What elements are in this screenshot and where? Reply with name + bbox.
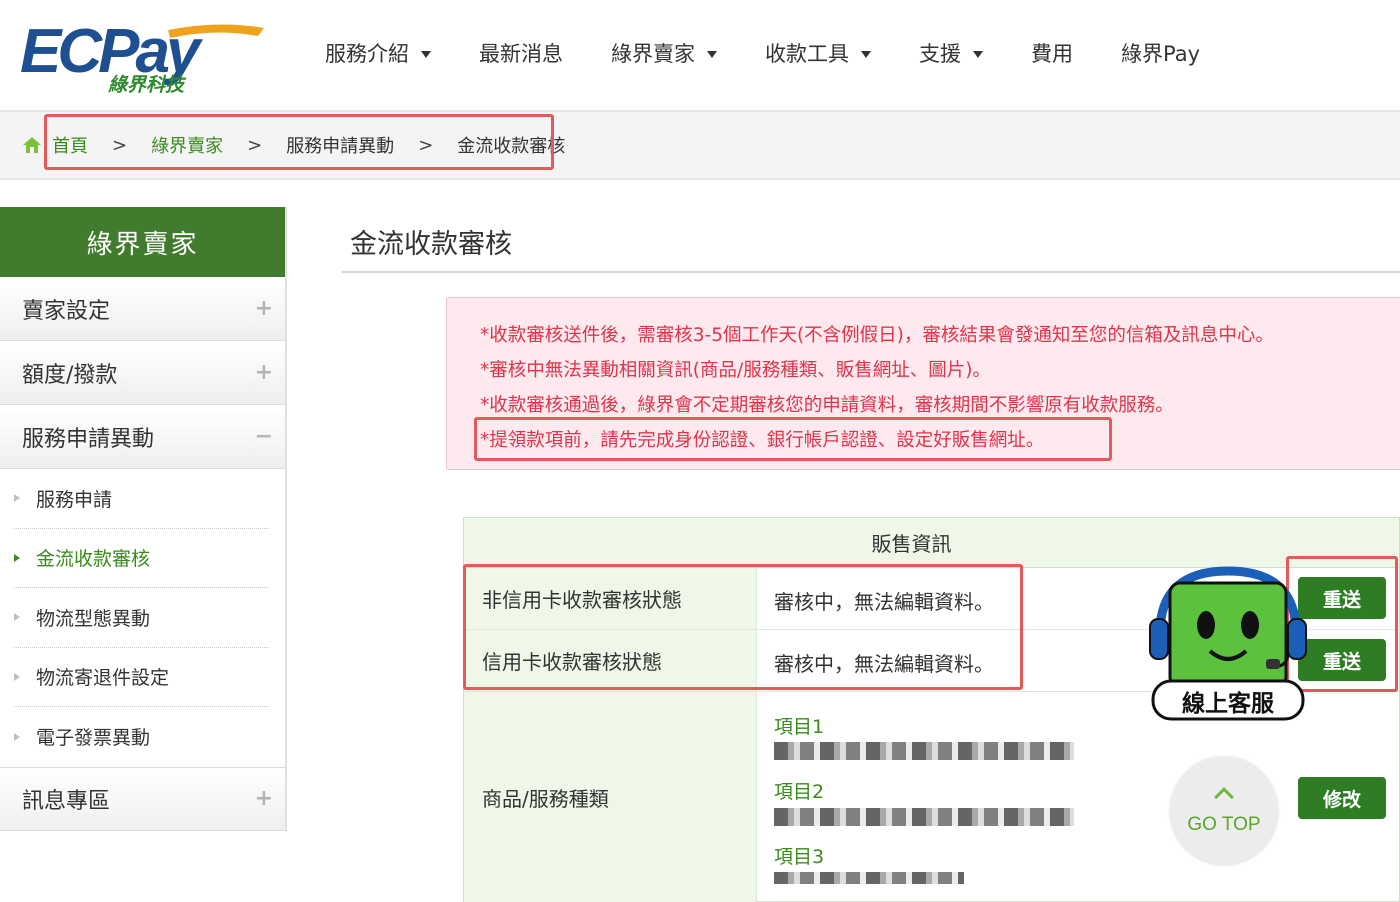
sidebar-section-label: 額度/撥款: [22, 362, 118, 388]
title-divider: [341, 271, 1400, 273]
sidebar-item-label: 金流收款審核: [36, 548, 151, 571]
sidebar-section-messages[interactable]: 訊息專區 +: [0, 766, 285, 831]
redacted-text: [774, 808, 1074, 826]
breadcrumb-service-change[interactable]: 服務申請異動: [286, 132, 394, 158]
expand-icon: +: [254, 786, 273, 811]
main-nav: 服務介紹 最新消息 綠界賣家 收款工具 支援 費用 綠界Pay: [325, 38, 1248, 68]
nav-label: 支援: [919, 42, 961, 66]
sidebar-item-service-apply[interactable]: 服務申請: [14, 469, 269, 529]
nav-service-intro[interactable]: 服務介紹: [325, 38, 431, 68]
nav-ecpay-seller[interactable]: 綠界賣家: [611, 38, 717, 68]
site-header: ECPay 綠界科技 服務介紹 最新消息 綠界賣家 收款工具 支援 費用 綠界P…: [0, 0, 1400, 112]
triangle-right-icon: [14, 553, 20, 562]
sidebar-title: 綠界賣家: [0, 207, 285, 277]
nav-label: 綠界賣家: [611, 42, 695, 66]
logo-graphic: ECPay 綠界科技: [20, 17, 264, 96]
sidebar-section-service-change[interactable]: 服務申請異動 −: [0, 405, 285, 469]
nav-ecpay-pay[interactable]: 綠界Pay: [1121, 38, 1200, 68]
collapse-icon: −: [254, 424, 273, 449]
chevron-down-icon: [973, 50, 983, 58]
sidebar-item-logistics-return[interactable]: 物流寄退件設定: [14, 648, 269, 707]
breadcrumb-separator: >: [247, 134, 263, 156]
triangle-right-icon: [14, 732, 20, 741]
sidebar-item-logistics-type[interactable]: 物流型態異動: [14, 588, 269, 648]
ecpay-logo[interactable]: ECPay 綠界科技: [18, 14, 268, 96]
notice-line: *審核中無法異動相關資訊(商品/服務種類、販售網址、圖片)。: [480, 360, 991, 381]
go-top-label: GO TOP: [1187, 814, 1261, 835]
notice-line: *收款審核送件後，需審核3-5個工作天(不含例假日)，審核結果會發通知至您的信箱…: [480, 325, 1274, 346]
resend-button-credit[interactable]: 重送: [1298, 639, 1386, 681]
nav-payment-tools[interactable]: 收款工具: [765, 38, 871, 68]
resend-button-non-credit[interactable]: 重送: [1298, 577, 1386, 619]
chevron-up-icon: [1214, 787, 1234, 807]
expand-icon: +: [254, 296, 273, 321]
triangle-right-icon: [14, 672, 20, 681]
table-header: 販售資訊: [464, 518, 1399, 568]
sidebar-section-label: 服務申請異動: [22, 426, 155, 452]
nav-label: 服務介紹: [325, 42, 409, 66]
edit-button-products[interactable]: 修改: [1298, 777, 1386, 819]
product-item-label: 項目3: [774, 846, 825, 868]
nav-label: 綠界Pay: [1121, 42, 1201, 66]
breadcrumb-separator: >: [418, 134, 434, 156]
sidebar-item-einvoice[interactable]: 電子發票異動: [14, 707, 269, 767]
notice-line: *提領款項前，請先完成身份認證、銀行帳戶認證、設定好販售網址。: [480, 430, 1045, 451]
breadcrumb-current: 金流收款審核: [457, 136, 566, 157]
row-label: 信用卡收款審核狀態: [464, 630, 757, 691]
sidebar-item-label: 物流寄退件設定: [36, 667, 170, 690]
breadcrumb-bar: 首頁 > 綠界賣家 > 服務申請異動 > 金流收款審核: [0, 112, 1400, 180]
customer-service-widget[interactable]: 線上客服: [1148, 563, 1308, 723]
expand-icon: +: [254, 360, 273, 385]
chevron-down-icon: [421, 50, 431, 58]
sidebar-item-payment-review[interactable]: 金流收款審核: [14, 529, 269, 588]
nav-label: 最新消息: [479, 42, 563, 66]
sidebar-section-label: 賣家設定: [22, 298, 111, 324]
sidebar-item-label: 物流型態異動: [36, 607, 151, 630]
home-icon[interactable]: [22, 135, 42, 155]
breadcrumb: 首頁 > 綠界賣家 > 服務申請異動 > 金流收款審核: [22, 132, 565, 158]
chevron-down-icon: [707, 50, 717, 58]
customer-service-label: 線上客服: [1182, 691, 1274, 717]
breadcrumb-separator: >: [112, 134, 128, 156]
notice-box: *收款審核送件後，需審核3-5個工作天(不含例假日)，審核結果會發通知至您的信箱…: [446, 297, 1400, 470]
breadcrumb-home[interactable]: 首頁: [52, 132, 88, 158]
redacted-text: [774, 872, 964, 884]
triangle-right-icon: [14, 494, 20, 503]
breadcrumb-ecpay-seller[interactable]: 綠界賣家: [151, 132, 223, 158]
nav-label: 收款工具: [765, 42, 849, 66]
sidebar-item-label: 電子發票異動: [36, 727, 151, 750]
sidebar: 綠界賣家 賣家設定 + 額度/撥款 + 服務申請異動 − 服務申請 金流收款審核…: [0, 207, 287, 831]
row-value: 審核中，無法編輯資料。: [774, 652, 994, 676]
row-label: 商品/服務種類: [464, 692, 757, 902]
row-value: 審核中，無法編輯資料。: [774, 590, 994, 614]
sidebar-section-label: 訊息專區: [22, 788, 111, 814]
go-top-button[interactable]: GO TOP: [1170, 756, 1278, 864]
sidebar-item-label: 服務申請: [36, 488, 113, 511]
chevron-down-icon: [861, 50, 871, 58]
logo-subtitle: 綠界科技: [108, 74, 187, 96]
redacted-text: [774, 742, 1074, 760]
nav-label: 費用: [1031, 42, 1073, 66]
product-item-label: 項目2: [774, 781, 825, 803]
product-item-label: 項目1: [774, 716, 825, 738]
nav-support[interactable]: 支援: [919, 38, 983, 68]
nav-fees[interactable]: 費用: [1031, 38, 1073, 68]
nav-latest-news[interactable]: 最新消息: [479, 38, 563, 68]
notice-line: *收款審核通過後，綠界會不定期審核您的申請資料，審核期間不影響原有收款服務。: [480, 395, 1174, 416]
sidebar-section-seller-settings[interactable]: 賣家設定 +: [0, 277, 285, 341]
page-title: 金流收款審核: [350, 229, 512, 260]
sidebar-section-limit-payout[interactable]: 額度/撥款 +: [0, 341, 285, 405]
triangle-right-icon: [14, 613, 20, 622]
row-label: 非信用卡收款審核狀態: [464, 568, 757, 629]
